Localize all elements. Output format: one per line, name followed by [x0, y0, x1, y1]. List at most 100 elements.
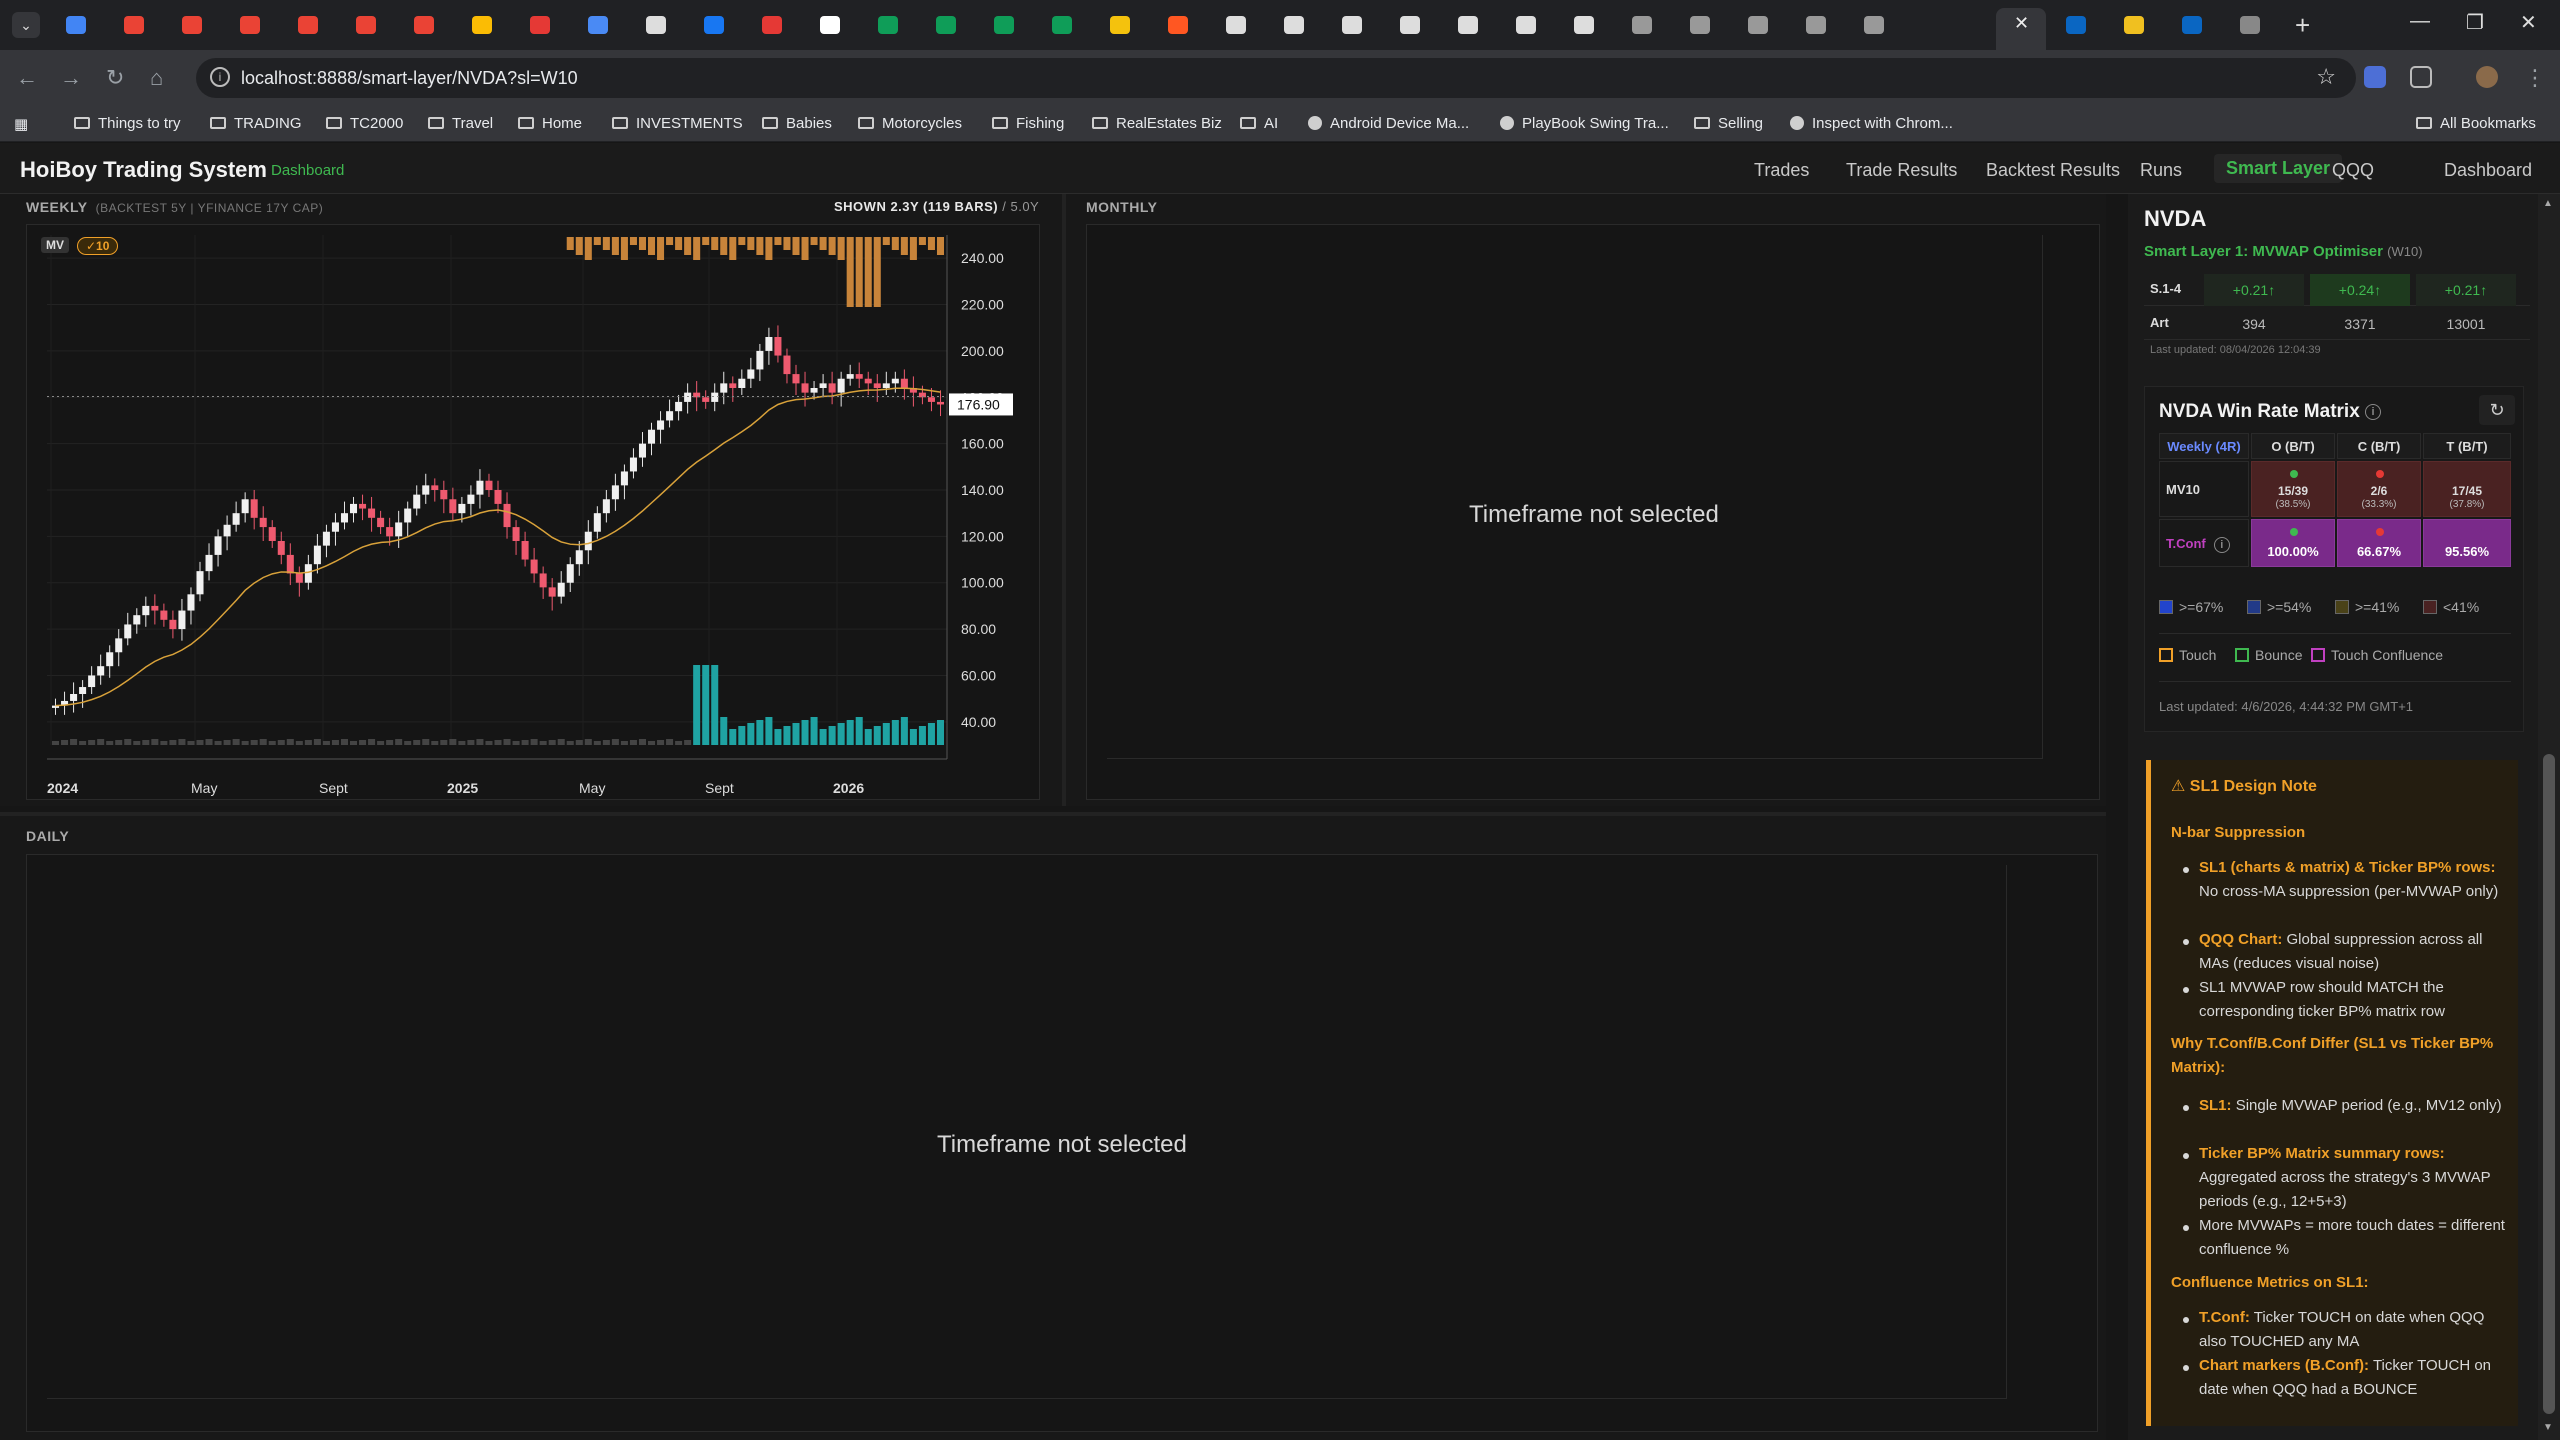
candle[interactable]: [485, 480, 493, 490]
candle[interactable]: [286, 554, 294, 574]
candle[interactable]: [440, 490, 448, 500]
candle[interactable]: [503, 503, 511, 528]
reload-icon[interactable]: ↻: [106, 65, 124, 91]
candle[interactable]: [693, 392, 701, 398]
tconf-cell[interactable]: 95.56%: [2423, 519, 2511, 567]
candle[interactable]: [593, 513, 601, 532]
browser-tab[interactable]: [2054, 8, 2098, 42]
browser-tab[interactable]: [1156, 8, 1200, 42]
bookmark-item[interactable]: Travel: [428, 115, 493, 132]
tconf-cell[interactable]: 100.00%: [2251, 519, 2335, 567]
minimize-icon[interactable]: —: [2410, 10, 2430, 33]
matrix-info-icon[interactable]: i: [2365, 404, 2382, 420]
bookmark-item[interactable]: Inspect with Chrom...: [1790, 115, 1953, 132]
browser-tab[interactable]: [1214, 8, 1258, 42]
candle[interactable]: [900, 378, 908, 388]
browser-tab[interactable]: [1620, 8, 1664, 42]
candle[interactable]: [882, 383, 890, 388]
browser-tab[interactable]: [2112, 8, 2156, 42]
browser-tab[interactable]: [344, 8, 388, 42]
candle[interactable]: [322, 531, 330, 546]
back-icon[interactable]: ←: [16, 65, 38, 91]
candle[interactable]: [575, 550, 583, 565]
candle[interactable]: [449, 499, 457, 514]
nav-qqq[interactable]: QQQ: [2332, 160, 2374, 181]
candle[interactable]: [584, 531, 592, 551]
candle[interactable]: [801, 383, 809, 393]
candle[interactable]: [828, 383, 836, 393]
candle[interactable]: [124, 624, 132, 639]
weekly-candle-chart[interactable]: 240.00220.00200.00180.00160.00140.00120.…: [27, 225, 1041, 801]
nav-runs[interactable]: Runs: [2140, 160, 2182, 181]
candle[interactable]: [539, 573, 547, 588]
browser-tab[interactable]: [1736, 8, 1780, 42]
candle[interactable]: [214, 536, 222, 555]
bookmark-item[interactable]: Home: [518, 115, 582, 132]
candle[interactable]: [512, 527, 520, 541]
bookmark-item[interactable]: PlayBook Swing Tra...: [1500, 115, 1669, 132]
mv-badge[interactable]: MV: [41, 237, 69, 253]
candle[interactable]: [738, 378, 746, 388]
address-bar[interactable]: i localhost:8888/smart-layer/NVDA?sl=W10…: [196, 58, 2356, 98]
candle[interactable]: [133, 615, 141, 625]
weekly-chart-container[interactable]: 240.00220.00200.00180.00160.00140.00120.…: [26, 224, 1040, 800]
browser-tab[interactable]: [402, 8, 446, 42]
candle[interactable]: [88, 675, 96, 688]
scroll-thumb[interactable]: [2543, 754, 2555, 1414]
candle[interactable]: [783, 355, 791, 375]
candle[interactable]: [205, 554, 213, 572]
candle[interactable]: [70, 694, 78, 701]
browser-tab[interactable]: [1040, 8, 1084, 42]
browser-tab[interactable]: [112, 8, 156, 42]
candle[interactable]: [611, 485, 619, 500]
browser-tab[interactable]: [1504, 8, 1548, 42]
candle[interactable]: [557, 582, 565, 597]
extensions-icon[interactable]: [2410, 66, 2432, 88]
candle[interactable]: [891, 378, 899, 384]
matrix-cell[interactable]: 15/39 (38.5%): [2251, 461, 2335, 517]
candle[interactable]: [927, 397, 935, 402]
candle[interactable]: [855, 374, 863, 379]
candle[interactable]: [268, 527, 276, 541]
bookmark-item[interactable]: Things to try: [74, 115, 181, 132]
candle[interactable]: [548, 587, 556, 597]
candle[interactable]: [97, 666, 105, 676]
candle[interactable]: [106, 652, 114, 667]
restore-icon[interactable]: ❐: [2466, 10, 2484, 35]
tab-search-button[interactable]: ⌄: [12, 12, 40, 38]
candle[interactable]: [774, 337, 782, 356]
candle[interactable]: [458, 503, 466, 514]
candle[interactable]: [377, 517, 385, 528]
candle[interactable]: [702, 397, 710, 402]
browser-tab[interactable]: [286, 8, 330, 42]
browser-tab[interactable]: [460, 8, 504, 42]
candle[interactable]: [936, 401, 944, 405]
bookmark-item[interactable]: TC2000: [326, 115, 403, 132]
candle[interactable]: [837, 378, 845, 393]
close-tab-icon[interactable]: ✕: [2014, 13, 2029, 34]
forward-icon[interactable]: →: [60, 65, 82, 91]
browser-tab[interactable]: [1330, 8, 1374, 42]
browser-tab[interactable]: [866, 8, 910, 42]
candle[interactable]: [350, 503, 358, 514]
active-tab[interactable]: ✕: [1996, 8, 2046, 50]
bookmark-item[interactable]: Fishing: [992, 115, 1064, 132]
candle[interactable]: [160, 610, 168, 620]
candle[interactable]: [340, 513, 348, 523]
candle[interactable]: [810, 388, 818, 393]
candle[interactable]: [792, 374, 800, 384]
candle[interactable]: [422, 485, 430, 495]
candle[interactable]: [684, 392, 692, 402]
mv10-badge[interactable]: ✓10: [77, 237, 119, 255]
candle[interactable]: [873, 383, 881, 388]
candle[interactable]: [79, 687, 87, 694]
candle[interactable]: [196, 571, 204, 595]
candle[interactable]: [467, 494, 475, 504]
candle[interactable]: [819, 383, 827, 388]
refresh-icon[interactable]: ↻: [2479, 395, 2515, 425]
browser-tab[interactable]: [1794, 8, 1838, 42]
candle[interactable]: [494, 490, 502, 504]
bookmark-item[interactable]: TRADING: [210, 115, 302, 132]
browser-tab[interactable]: [750, 8, 794, 42]
browser-tab[interactable]: [1388, 8, 1432, 42]
